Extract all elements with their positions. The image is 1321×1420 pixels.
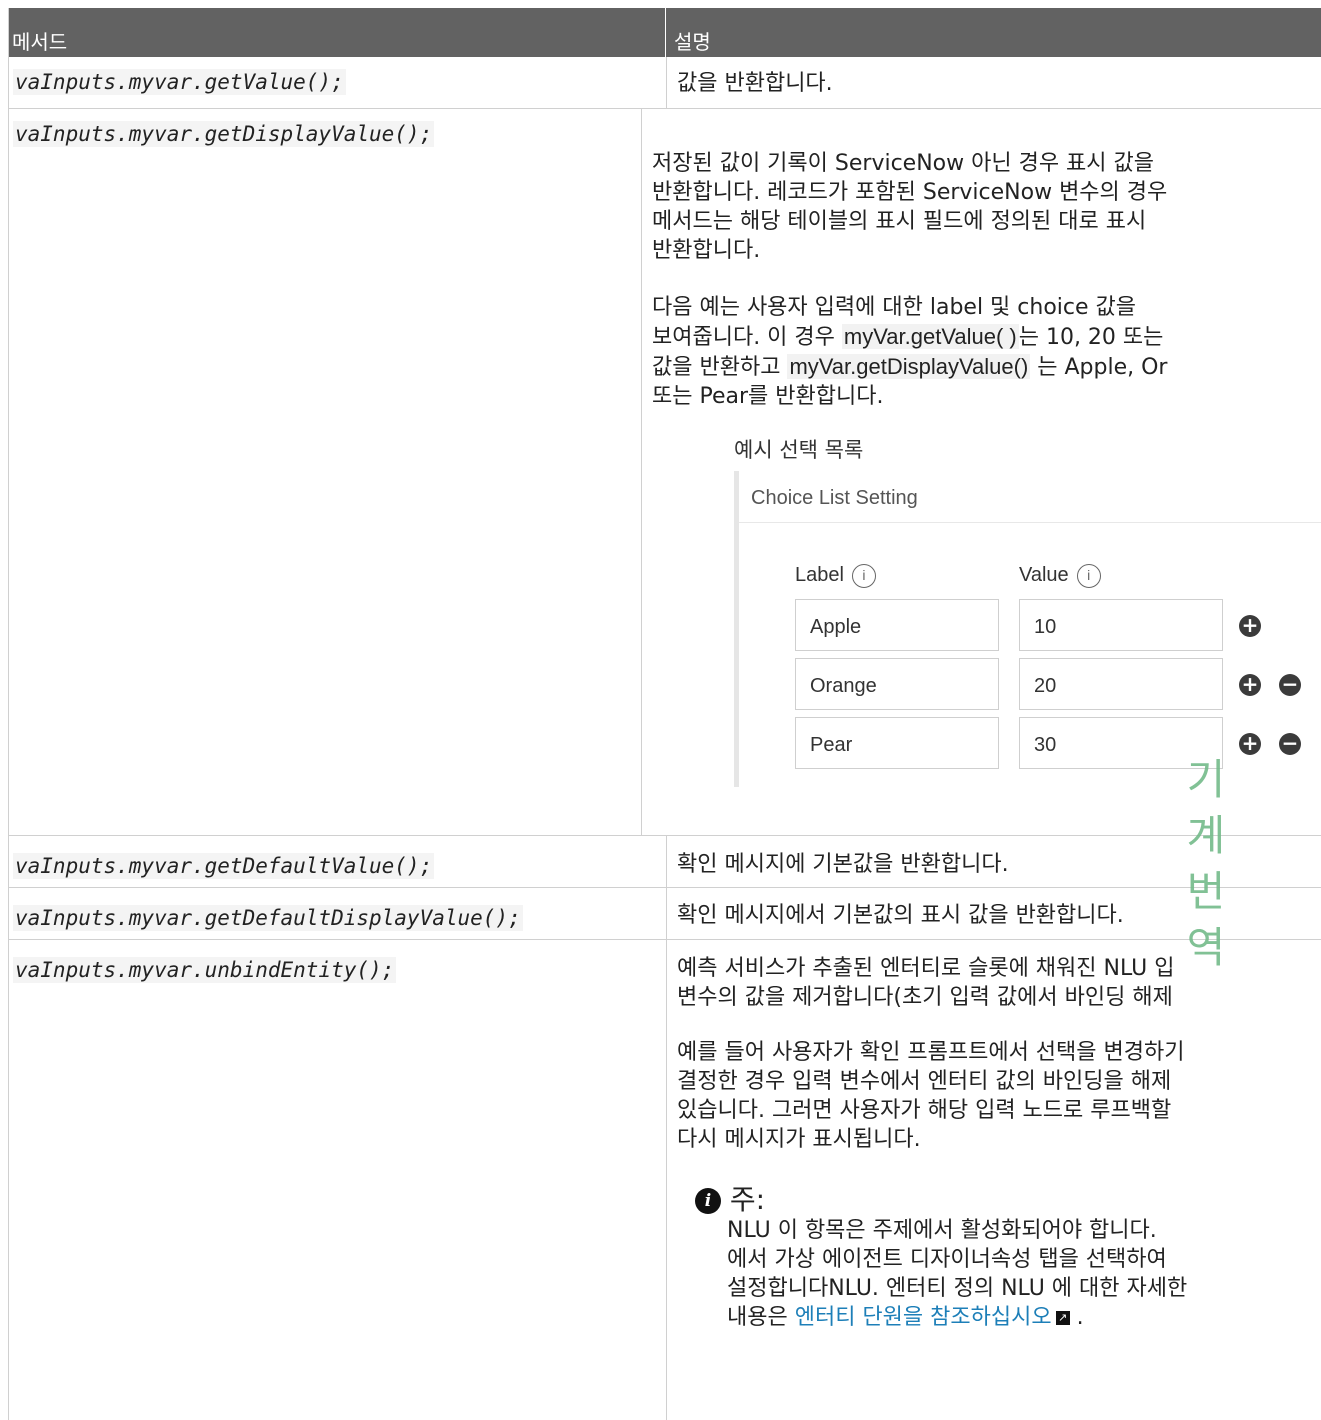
method-code: vaInputs.myvar.getDefaultDisplayValue(); (13, 905, 523, 931)
description-paragraph: 예측 서비스가 추출된 엔터티로 슬롯에 채워진 NLU 입 변수의 값을 제거… (677, 956, 1175, 1010)
choice-value-field: 20 (1019, 658, 1223, 710)
value-column-header: Value i (1019, 561, 1101, 590)
table-row: vaInputs.myvar.getDefaultValue(); 확인 메시지… (9, 836, 1321, 888)
table-row: vaInputs.myvar.getDisplayValue(); 저장된 값이… (9, 109, 1321, 836)
header-description: 설명 (674, 30, 711, 54)
table-row: vaInputs.myvar.getValue(); 값을 반환합니다. (9, 57, 1321, 109)
methods-table: 메서드 설명 vaInputs.myvar.getValue(); 값을 반환합… (8, 8, 1321, 1420)
label-column-header: Label i (795, 561, 876, 590)
info-icon: i (851, 563, 876, 588)
method-code: vaInputs.myvar.getDefaultValue(); (13, 853, 435, 879)
minus-circle-icon: − (1279, 674, 1301, 696)
note-title: 주: (729, 1183, 766, 1216)
minus-circle-icon: − (1279, 733, 1301, 755)
method-code: vaInputs.myvar.getValue(); (13, 69, 346, 95)
method-description: 확인 메시지에서 기본값의 표시 값을 반환합니다. (677, 903, 1124, 928)
table-header: 메서드 설명 (9, 8, 1321, 57)
method-code: vaInputs.myvar.unbindEntity(); (13, 957, 397, 983)
choice-value-field: 10 (1019, 599, 1223, 651)
figure-caption: 예시 선택 목록 (734, 438, 864, 462)
method-description: 값을 반환합니다. (677, 71, 833, 96)
note-box: i 주: NLU 이 항목은 주제에서 활성화되어야 합니다. 에서 가상 에이… (695, 1184, 1321, 1332)
info-note-icon: i (695, 1188, 721, 1214)
plus-circle-icon: + (1239, 615, 1261, 637)
plus-circle-icon: + (1239, 733, 1261, 755)
description-paragraph: 다음 예는 사용자 입력에 대한 label 및 choice 값을 보여줍니다… (652, 295, 1168, 409)
choice-label-field: Pear (795, 717, 999, 769)
inline-code: myVar.getDisplayValue() (787, 354, 1031, 379)
description-paragraph: 저장된 값이 기록이 ServiceNow 아닌 경우 표시 값을 반환합니다.… (652, 151, 1168, 263)
plus-circle-icon: + (1239, 674, 1261, 696)
table-row: vaInputs.myvar.getDefaultDisplayValue();… (9, 888, 1321, 940)
method-description: 확인 메시지에 기본값을 반환합니다. (677, 852, 1009, 877)
entity-docs-link[interactable]: 엔터티 단원을 참조하십시오 (795, 1305, 1052, 1330)
header-method: 메서드 (9, 8, 666, 57)
description-paragraph: 예를 들어 사용자가 확인 프롬프트에서 선택을 변경하기 결정한 경우 입력 … (677, 1040, 1185, 1152)
choice-list-screenshot: Choice List Setting Label i Value i Apple … (734, 471, 1321, 787)
choice-list-title: Choice List Setting (739, 471, 1321, 523)
external-link-icon: ↗ (1055, 1311, 1070, 1325)
inline-code: myVar.getValue( ) (841, 324, 1019, 349)
choice-value-field: 30 (1019, 717, 1223, 769)
choice-label-field: Orange (795, 658, 999, 710)
info-icon: i (1076, 563, 1101, 588)
method-code: vaInputs.myvar.getDisplayValue(); (13, 121, 435, 147)
table-row: vaInputs.myvar.unbindEntity(); 예측 서비스가 추… (9, 940, 1321, 1420)
choice-label-field: Apple (795, 599, 999, 651)
